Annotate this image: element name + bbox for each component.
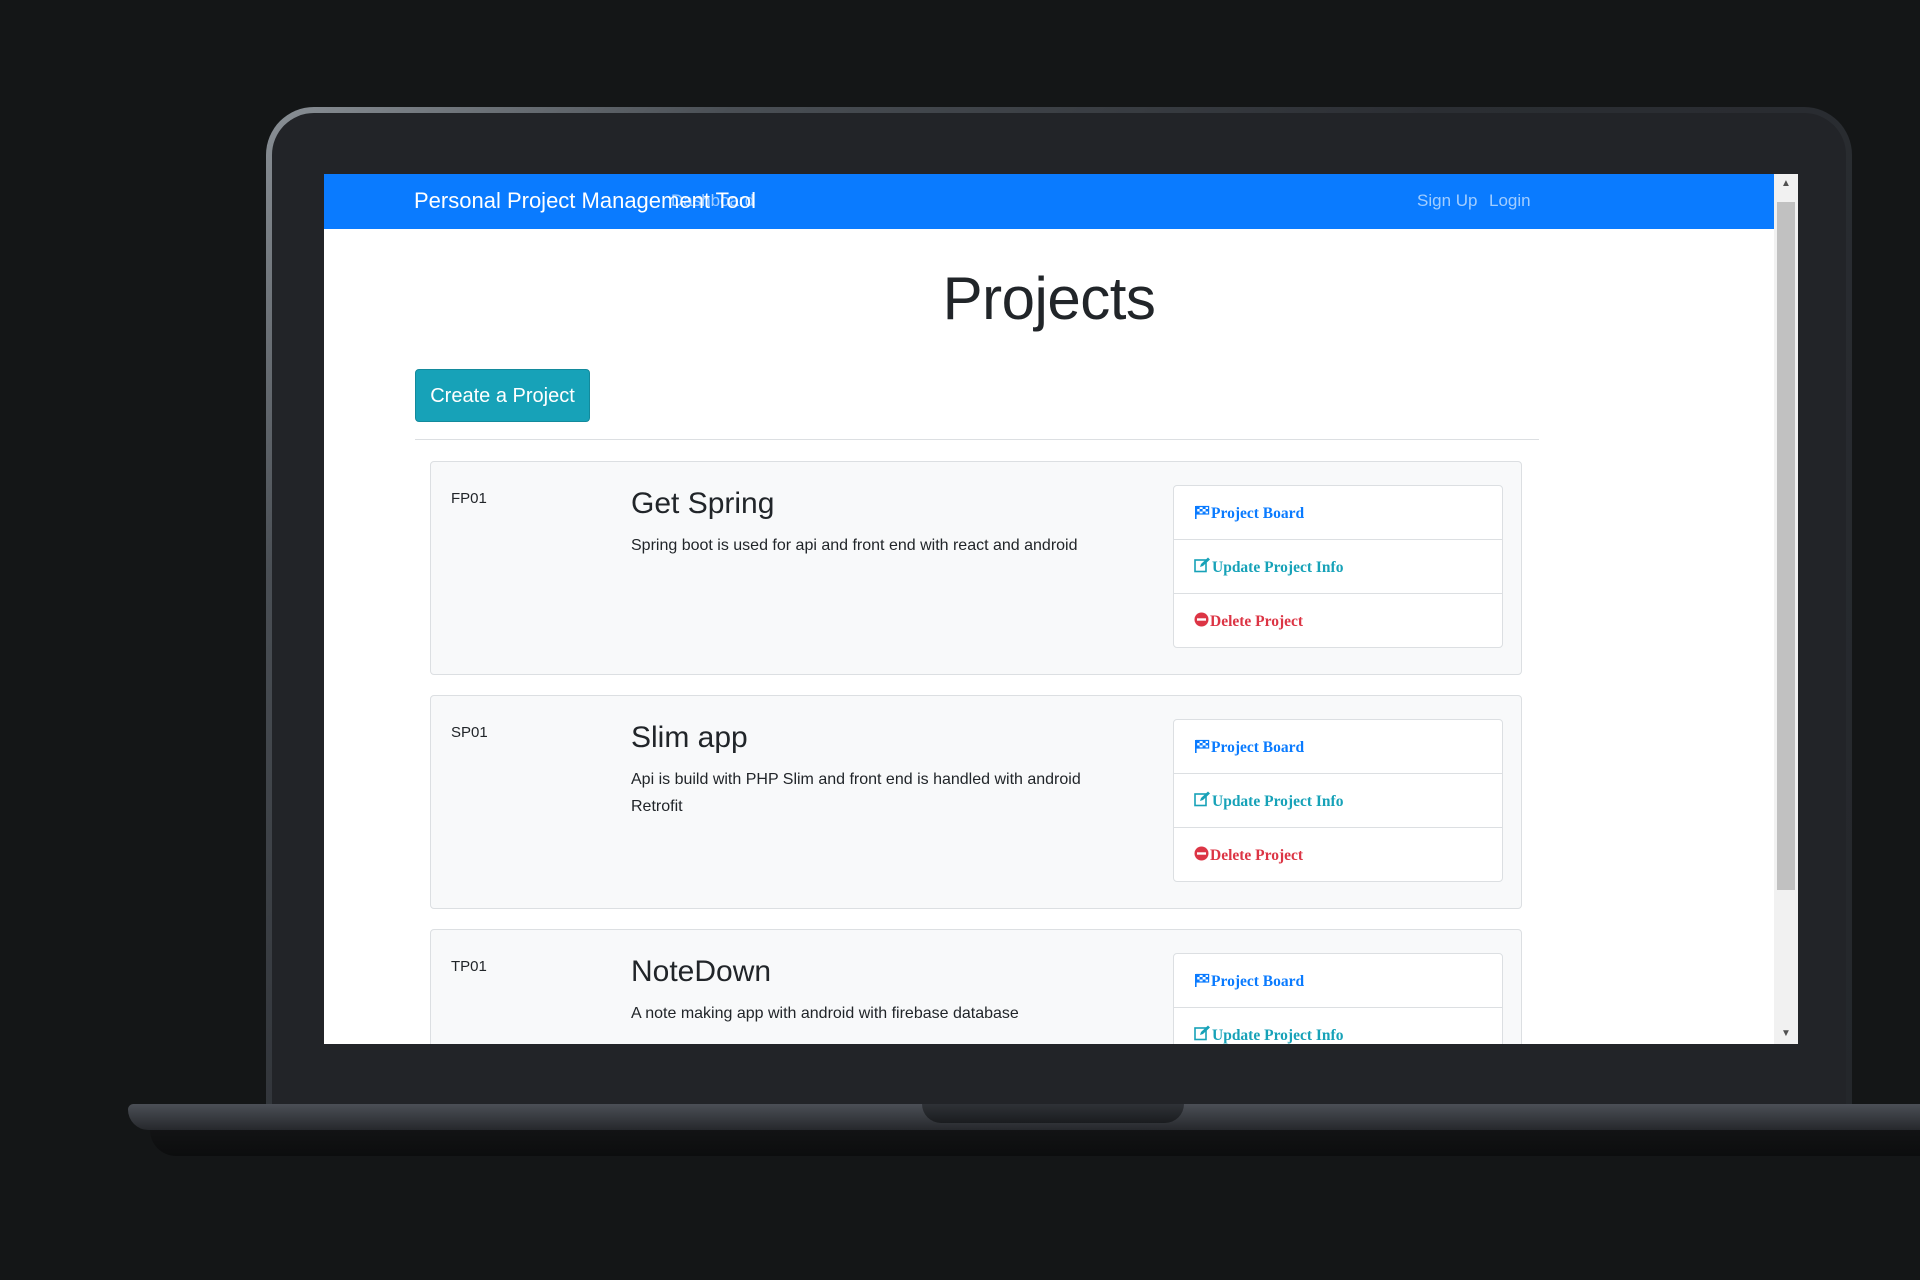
project-name: Get Spring — [631, 487, 775, 520]
minus-circle-icon — [1194, 595, 1209, 650]
project-actions: Project Board Update Project Info Delete… — [1173, 485, 1503, 648]
project-card: SP01 Slim app Api is build with PHP Slim… — [430, 695, 1522, 909]
project-board-label: Project Board — [1211, 739, 1305, 756]
vertical-scrollbar[interactable]: ▲ ▼ — [1774, 174, 1798, 1044]
delete-project-link[interactable]: Delete Project — [1173, 827, 1503, 882]
project-card: TP01 NoteDown A note making app with and… — [430, 929, 1522, 1044]
project-board-label: Project Board — [1211, 973, 1305, 990]
project-actions: Project Board Update Project Info Delete… — [1173, 719, 1503, 882]
project-name: NoteDown — [631, 955, 772, 988]
project-actions: Project Board Update Project Info Delete… — [1173, 953, 1503, 1044]
minus-circle-icon — [1194, 829, 1209, 884]
project-description: Api is build with PHP Slim and front end… — [631, 771, 1081, 815]
delete-project-label: Delete Project — [1210, 613, 1304, 630]
delete-project-link[interactable]: Delete Project — [1173, 593, 1503, 648]
nav-sign-up[interactable]: Sign Up — [1417, 190, 1477, 212]
laptop-base-shadow — [150, 1130, 1920, 1156]
page-viewport: Personal Project Management Tool Dashboa… — [324, 174, 1774, 1044]
edit-icon — [1194, 775, 1211, 830]
nav-dashboard[interactable]: Dashboard — [671, 190, 754, 212]
browser-screen: Personal Project Management Tool Dashboa… — [324, 174, 1798, 1044]
project-key: SP01 — [451, 724, 488, 741]
scroll-thumb[interactable] — [1777, 202, 1795, 890]
project-board-link[interactable]: Project Board — [1173, 953, 1503, 1008]
update-project-info-label: Update Project Info — [1212, 793, 1344, 810]
scroll-up-icon[interactable]: ▲ — [1774, 174, 1798, 194]
project-description: A note making app with android with fire… — [631, 1005, 1019, 1022]
edit-icon — [1194, 1009, 1211, 1044]
project-key: FP01 — [451, 490, 487, 507]
flag-checkered-icon — [1194, 955, 1210, 1010]
delete-project-label: Delete Project — [1210, 847, 1304, 864]
project-board-label: Project Board — [1211, 505, 1305, 522]
update-project-info-label: Update Project Info — [1212, 559, 1344, 576]
update-project-info-link[interactable]: Update Project Info — [1173, 773, 1503, 828]
page-title: Projects — [942, 265, 1156, 332]
update-project-info-link[interactable]: Update Project Info — [1173, 1007, 1503, 1044]
update-project-info-label: Update Project Info — [1212, 1027, 1344, 1044]
project-card: FP01 Get Spring Spring boot is used for … — [430, 461, 1522, 675]
scroll-down-icon[interactable]: ▼ — [1774, 1024, 1798, 1044]
flag-checkered-icon — [1194, 487, 1210, 542]
create-project-button[interactable]: Create a Project — [415, 369, 590, 422]
laptop-notch — [922, 1104, 1184, 1123]
project-description: Spring boot is used for api and front en… — [631, 537, 1078, 554]
project-key: TP01 — [451, 958, 487, 975]
project-name: Slim app — [631, 721, 748, 754]
top-navbar: Personal Project Management Tool Dashboa… — [324, 174, 1774, 229]
update-project-info-link[interactable]: Update Project Info — [1173, 539, 1503, 594]
divider — [415, 439, 1539, 440]
project-board-link[interactable]: Project Board — [1173, 719, 1503, 774]
nav-login[interactable]: Login — [1489, 190, 1531, 212]
flag-checkered-icon — [1194, 721, 1210, 776]
edit-icon — [1194, 541, 1211, 596]
project-board-link[interactable]: Project Board — [1173, 485, 1503, 540]
